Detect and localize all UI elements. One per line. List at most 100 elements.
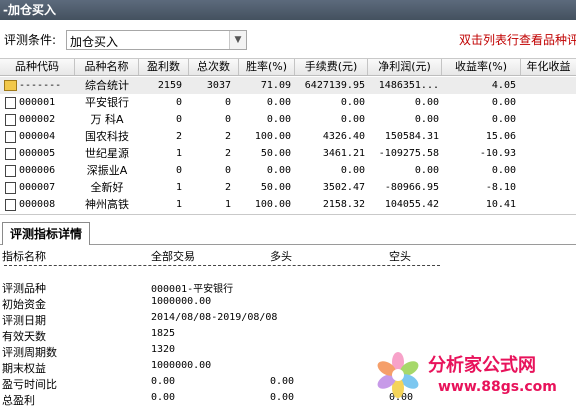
cell-wins: 1 xyxy=(175,148,182,159)
col-header-fee[interactable]: 手续费(元) xyxy=(295,59,368,75)
cell-profit: 150584.31 xyxy=(384,131,439,142)
detail-label: 评测日期 xyxy=(2,314,46,327)
cell-return: 10.41 xyxy=(485,199,516,210)
watermark-title: 分析家公式网 xyxy=(428,355,536,376)
cell-fee: 0.00 xyxy=(340,97,365,108)
cell-total: 2 xyxy=(224,148,231,159)
cell-profit: -109275.58 xyxy=(378,148,439,159)
col-header-return[interactable]: 收益率(%) xyxy=(442,59,521,75)
detail-label: 盈亏时间比 xyxy=(2,378,57,391)
table-row[interactable]: 000004 国农科技 2 2 100.00 4326.40 150584.31 15.06 xyxy=(0,128,576,145)
watermark-logo: 分析家公式网 www.88gs.com xyxy=(372,349,576,407)
cell-winrate: 71.09 xyxy=(260,80,291,91)
col-header-annual[interactable]: 年化收益 xyxy=(521,59,576,75)
tab-metric-details[interactable]: 评测指标详情 xyxy=(2,222,90,245)
cell-return: -8.10 xyxy=(485,182,516,193)
detail-value-all: 2014/08/08-2019/08/08 xyxy=(151,312,278,323)
detail-value-long: 0.00 xyxy=(270,392,295,403)
detail-header-long: 多头 xyxy=(270,250,292,263)
detail-line: 评测品种 000001-平安银行 xyxy=(0,280,576,296)
cell-profit: 1486351... xyxy=(378,80,439,91)
detail-header-short: 空头 xyxy=(389,250,411,263)
filter-row: 评测条件: 加仓买入 ▼ 双击列表行查看品种评 xyxy=(0,26,576,52)
cell-annual xyxy=(521,179,573,196)
table-row[interactable]: 000005 世纪星源 1 2 50.00 3461.21 -109275.58 -10.93 xyxy=(0,145,576,162)
detail-label: 有效天数 xyxy=(2,330,46,343)
cell-fee: 6427139.95 xyxy=(304,80,365,91)
col-header-name[interactable]: 品种名称 xyxy=(75,59,139,75)
cell-return: 4.05 xyxy=(491,80,516,91)
col-header-total[interactable]: 总次数 xyxy=(189,59,239,75)
cell-return: -10.93 xyxy=(479,148,516,159)
cell-code: 000006 xyxy=(19,165,56,176)
detail-line: 评测日期 2014/08/08-2019/08/08 xyxy=(0,312,576,328)
cell-wins: 0 xyxy=(175,114,182,125)
table-row[interactable]: 000008 神州高铁 1 1 100.00 2158.32 104055.42 10.41 xyxy=(0,196,576,213)
flower-logo-icon xyxy=(377,352,419,398)
detail-value-all: 000001-平安银行 xyxy=(151,284,234,295)
cell-winrate: 0.00 xyxy=(266,165,291,176)
cell-total: 0 xyxy=(224,165,231,176)
col-header-profit[interactable]: 净利润(元) xyxy=(368,59,442,75)
cell-wins: 0 xyxy=(175,165,182,176)
hint-text: 双击列表行查看品种评 xyxy=(459,33,576,47)
cell-profit: -80966.95 xyxy=(384,182,439,193)
cell-profit: 104055.42 xyxy=(384,199,439,210)
cell-fee: 2158.32 xyxy=(322,199,365,210)
detail-value-all: 1000000.00 xyxy=(151,360,212,371)
table-row[interactable]: ------- 综合统计 2159 3037 71.09 6427139.95 148635… xyxy=(0,77,576,94)
cell-fee: 3461.21 xyxy=(322,148,365,159)
cell-winrate: 0.00 xyxy=(266,114,291,125)
col-header-wins[interactable]: 盈利数 xyxy=(139,59,189,75)
table-row[interactable]: 000002 万 科A 0 0 0.00 0.00 0.00 0.00 xyxy=(0,111,576,128)
cell-name: 综合统计 xyxy=(85,79,129,92)
col-header-winrate[interactable]: 胜率(%) xyxy=(239,59,295,75)
cell-annual xyxy=(521,196,573,213)
cell-name: 国农科技 xyxy=(85,130,129,143)
cell-code: 000005 xyxy=(19,148,56,159)
cell-code: 000001 xyxy=(19,97,56,108)
detail-value-all: 0.00 xyxy=(151,376,176,387)
cell-wins: 0 xyxy=(175,97,182,108)
detail-header-all: 全部交易 xyxy=(151,250,195,263)
dashed-divider xyxy=(4,265,440,266)
cell-total: 2 xyxy=(224,182,231,193)
cell-total: 1 xyxy=(224,199,231,210)
cell-code: 000007 xyxy=(19,182,56,193)
cell-total: 3037 xyxy=(206,80,231,91)
detail-value-long: 0.00 xyxy=(270,376,295,387)
detail-header: 指标名称 全部交易 多头 空头 xyxy=(0,248,576,264)
results-table: 品种代码 品种名称 盈利数 总次数 胜率(%) 手续费(元) 净利润(元) 收益… xyxy=(0,58,576,215)
cell-annual xyxy=(521,111,573,128)
detail-label: 初始资金 xyxy=(2,298,46,311)
col-header-code[interactable]: 品种代码 xyxy=(0,59,75,75)
detail-value-all: 1320 xyxy=(151,344,176,355)
cell-profit: 0.00 xyxy=(414,114,439,125)
condition-select[interactable]: 加仓买入 ▼ xyxy=(66,30,247,50)
table-row[interactable]: 000001 平安银行 0 0 0.00 0.00 0.00 0.00 xyxy=(0,94,576,111)
cell-winrate: 50.00 xyxy=(260,182,291,193)
detail-value-all: 1825 xyxy=(151,328,176,339)
filter-label: 评测条件: xyxy=(4,33,57,47)
table-row[interactable]: 000006 深振业A 0 0 0.00 0.00 0.00 0.00 xyxy=(0,162,576,179)
cell-annual xyxy=(521,162,573,179)
cell-return: 0.00 xyxy=(491,165,516,176)
table-header: 品种代码 品种名称 盈利数 总次数 胜率(%) 手续费(元) 净利润(元) 收益… xyxy=(0,59,576,76)
cell-annual xyxy=(521,128,573,145)
tab-strip: 评测指标详情 xyxy=(0,221,576,245)
cell-annual xyxy=(521,77,573,94)
detail-label: 总盈利 xyxy=(2,394,35,407)
cell-code: 000008 xyxy=(19,199,56,210)
table-row[interactable]: 000007 全新好 1 2 50.00 3502.47 -80966.95 -8.10 xyxy=(0,179,576,196)
cell-code: 000002 xyxy=(19,114,56,125)
condition-select-value: 加仓买入 xyxy=(70,35,119,49)
cell-annual xyxy=(521,94,573,111)
cell-profit: 0.00 xyxy=(414,97,439,108)
cell-code: 000004 xyxy=(19,131,56,142)
cell-name: 神州高铁 xyxy=(85,198,129,211)
cell-name: 全新好 xyxy=(90,181,124,194)
detail-value-all: 0.00 xyxy=(151,392,176,403)
chevron-down-icon[interactable]: ▼ xyxy=(229,31,246,49)
cell-wins: 1 xyxy=(175,199,182,210)
cell-annual xyxy=(521,145,573,162)
